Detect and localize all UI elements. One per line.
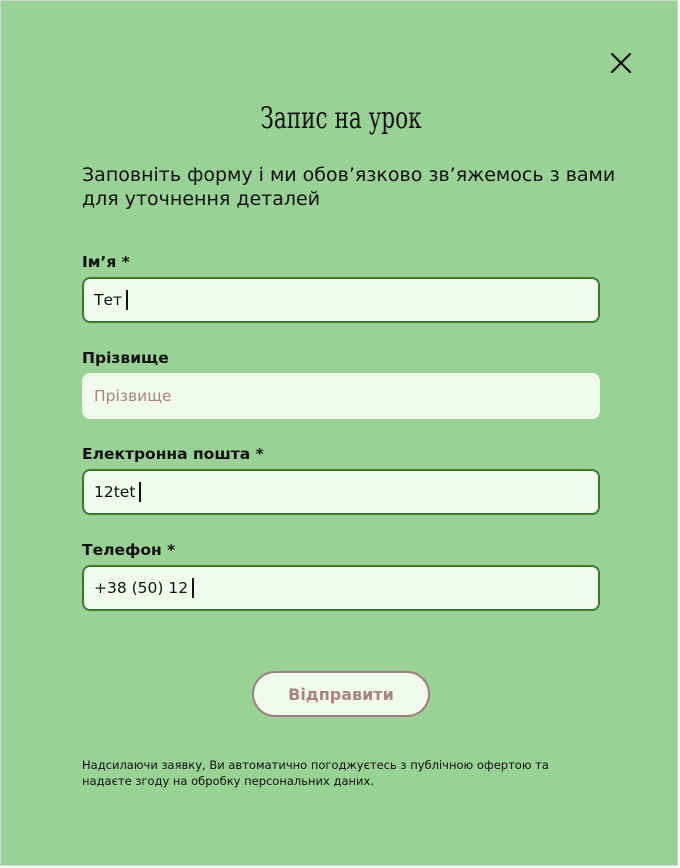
phone-input[interactable]: +38 (50) 12 xyxy=(82,565,600,611)
text-caret xyxy=(139,482,141,502)
last-name-input[interactable]: Прізвище xyxy=(82,373,600,419)
lesson-signup-modal: Запис на урок Заповніть форму і ми обов’… xyxy=(0,0,678,866)
form-title: Запис на урок xyxy=(260,101,422,136)
first-name-input[interactable]: Тет xyxy=(82,277,600,323)
form-subtitle: Заповніть форму і ми обов’язково зв’яжем… xyxy=(82,164,616,210)
text-caret xyxy=(126,290,128,310)
text-caret xyxy=(192,578,194,598)
first-name-label: Ім’я * xyxy=(82,253,130,271)
email-input[interactable]: 12tet xyxy=(82,469,600,515)
close-icon xyxy=(610,52,632,74)
email-label: Електронна пошта * xyxy=(82,445,264,463)
consent-disclaimer: Надсилаючи заявку, Ви автоматично погодж… xyxy=(82,758,549,788)
last-name-placeholder: Прізвище xyxy=(94,387,172,405)
first-name-value: Тет xyxy=(94,291,123,309)
last-name-label: Прізвище xyxy=(82,349,169,367)
phone-label: Телефон * xyxy=(82,541,176,559)
phone-value: +38 (50) 12 xyxy=(94,579,189,597)
submit-button[interactable]: Відправити xyxy=(252,671,430,717)
email-value: 12tet xyxy=(94,483,136,501)
close-button[interactable] xyxy=(607,49,635,77)
